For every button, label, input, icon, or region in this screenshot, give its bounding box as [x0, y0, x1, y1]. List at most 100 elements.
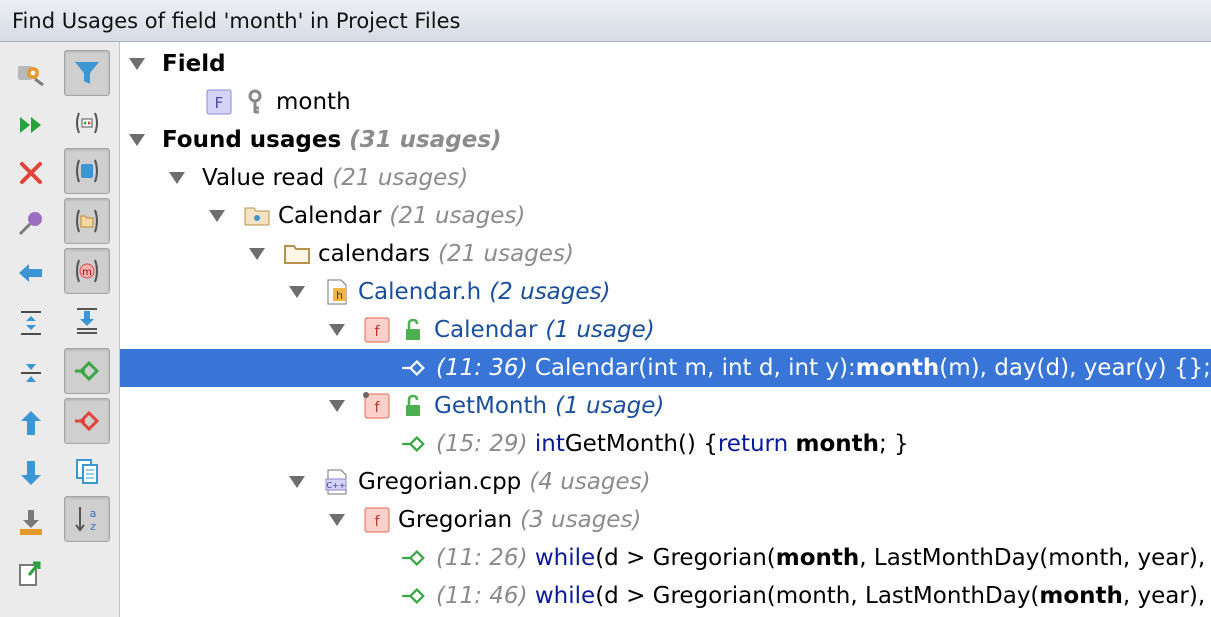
- arrow-up-icon: [21, 411, 41, 435]
- tree-node-calendar-h[interactable]: h Calendar.h (2 usages): [120, 273, 1211, 311]
- usage-code-hit: month: [1039, 583, 1123, 609]
- svg-text:z: z: [90, 520, 96, 533]
- read-access-icon: [400, 357, 434, 379]
- usage-count: (21 usages): [332, 165, 469, 191]
- method-icon: m: [76, 259, 98, 283]
- unlock-icon: [398, 315, 428, 345]
- read-access-icon: [75, 360, 100, 382]
- usage-row-selected[interactable]: (11: 36) Calendar(int m, int d, int y): …: [120, 349, 1211, 387]
- getmonth-fn-label: GetMonth: [434, 393, 548, 419]
- expand-toggle[interactable]: [326, 387, 348, 425]
- preview-button[interactable]: [64, 100, 110, 146]
- usage-row[interactable]: (11: 46) while (d > Gregorian(month, Las…: [120, 577, 1211, 615]
- autoscroll-icon: [77, 308, 97, 334]
- field-icon: F: [204, 87, 234, 117]
- usage-location: (11: 46): [436, 583, 528, 609]
- show-write-access-button[interactable]: [64, 398, 110, 444]
- group-by-package-button[interactable]: [64, 198, 110, 244]
- usage-location: (11: 36): [436, 355, 528, 381]
- calendar-module-label: Calendar: [278, 203, 382, 229]
- fast-forward-icon: [20, 117, 41, 133]
- next-occurrence-button[interactable]: [8, 450, 54, 496]
- tree-node-gregorian-fn[interactable]: f Gregorian (3 usages): [120, 501, 1211, 539]
- function-icon: f: [362, 391, 392, 421]
- calendar-h-label: Calendar.h: [358, 279, 482, 305]
- arrow-down-icon: [21, 461, 41, 485]
- usage-count: (1 usage): [545, 317, 655, 343]
- read-access-icon: [400, 547, 434, 569]
- tree-node-calendar-module[interactable]: Calendar (21 usages): [120, 197, 1211, 235]
- gear-wrench-icon: [18, 66, 44, 87]
- usage-code-after: (m), day(d), year(y) {};: [939, 355, 1211, 381]
- tree-node-calendar-fn[interactable]: f Calendar (1 usage): [120, 311, 1211, 349]
- usage-keyword: while: [534, 545, 596, 571]
- expand-toggle[interactable]: [166, 159, 188, 197]
- sort-button[interactable]: az: [64, 496, 110, 542]
- expand-toggle[interactable]: [246, 235, 268, 273]
- tree-node-calendars-dir[interactable]: calendars (21 usages): [120, 235, 1211, 273]
- header-file-icon: h: [322, 277, 352, 307]
- usage-code-before: (d > Gregorian(month, LastMonthDay(: [595, 583, 1040, 609]
- collapse-all-icon: [21, 364, 41, 382]
- usage-row[interactable]: (11: 26) while (d > Gregorian(month, Las…: [120, 539, 1211, 577]
- group-by-method-button[interactable]: m: [64, 248, 110, 294]
- svg-text:F: F: [215, 94, 224, 112]
- export-button[interactable]: [8, 550, 54, 596]
- module-folder-icon: [242, 201, 272, 231]
- usages-tree: Field F month Found usages (31 usages) V…: [120, 42, 1211, 617]
- usage-keyword: int: [534, 431, 565, 457]
- usage-code-hit: month: [855, 355, 940, 381]
- collapse-all-button[interactable]: [8, 350, 54, 396]
- import-button[interactable]: [8, 500, 54, 546]
- expand-toggle[interactable]: [206, 197, 228, 235]
- group-by-module-button[interactable]: [64, 148, 110, 194]
- folder-icon: [282, 239, 312, 269]
- field-name: month: [276, 89, 351, 115]
- tree-node-getmonth-fn[interactable]: f GetMonth (1 usage): [120, 387, 1211, 425]
- key-icon: [240, 87, 270, 117]
- arrow-left-icon: [19, 264, 42, 282]
- usage-row[interactable]: (15: 29) int GetMonth() { return month; …: [120, 425, 1211, 463]
- usages-toolbar: m az: [0, 42, 120, 617]
- export-icon: [19, 561, 41, 586]
- value-read-label: Value read: [202, 165, 325, 191]
- tree-node-found-usages[interactable]: Found usages (31 usages): [120, 121, 1211, 159]
- tree-node-value-read[interactable]: Value read (21 usages): [120, 159, 1211, 197]
- usage-count: (21 usages): [389, 203, 526, 229]
- expand-all-icon: [21, 311, 41, 335]
- function-icon: f: [362, 315, 392, 345]
- close-button[interactable]: [8, 150, 54, 196]
- usage-code-after: ; }: [879, 431, 909, 457]
- usage-count: (3 usages): [520, 507, 642, 533]
- expand-toggle[interactable]: [326, 311, 348, 349]
- tree-node-field-month[interactable]: F month: [120, 83, 1211, 121]
- usage-count: (2 usages): [489, 279, 611, 305]
- usage-code-after: , LastMonthDay(month, year),: [859, 545, 1206, 571]
- expand-toggle[interactable]: [286, 463, 308, 501]
- expand-toggle[interactable]: [126, 121, 148, 159]
- tree-node-field[interactable]: Field: [120, 45, 1211, 83]
- expand-toggle[interactable]: [126, 45, 148, 83]
- write-access-icon: [75, 410, 100, 432]
- expand-toggle[interactable]: [286, 273, 308, 311]
- expand-all-button[interactable]: [8, 300, 54, 346]
- sort-az-icon: az: [75, 507, 96, 533]
- usage-code-space: [788, 431, 795, 457]
- previous-occurrence-button[interactable]: [8, 400, 54, 446]
- field-header: Field: [162, 51, 226, 77]
- gregorian-cpp-label: Gregorian.cpp: [358, 469, 522, 495]
- merge-duplicates-button[interactable]: [64, 448, 110, 494]
- svg-text:h: h: [336, 289, 343, 302]
- usage-code-before: Calendar(int m, int d, int y):: [534, 355, 856, 381]
- expand-toggle[interactable]: [326, 501, 348, 539]
- rerun-button[interactable]: [8, 102, 54, 148]
- settings-button[interactable]: [8, 52, 54, 98]
- previous-button[interactable]: [8, 250, 54, 296]
- show-read-access-button[interactable]: [64, 348, 110, 394]
- tree-node-gregorian-cpp[interactable]: C++ Gregorian.cpp (4 usages): [120, 463, 1211, 501]
- usage-count: (1 usage): [555, 393, 665, 419]
- pin-button[interactable]: [8, 200, 54, 246]
- filter-button[interactable]: [64, 50, 110, 96]
- usage-count: (31 usages): [349, 127, 502, 153]
- autoscroll-button[interactable]: [64, 298, 110, 344]
